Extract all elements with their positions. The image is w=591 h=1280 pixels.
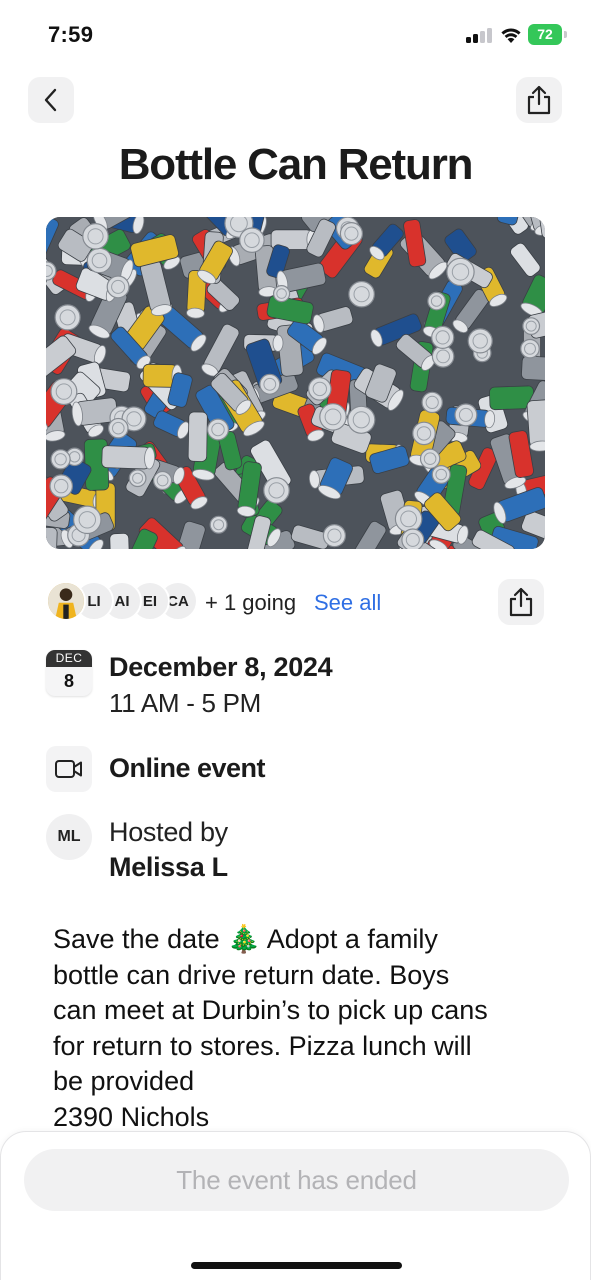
home-indicator[interactable] bbox=[191, 1262, 402, 1269]
event-hero-image bbox=[46, 217, 545, 549]
calendar-icon: DEC 8 bbox=[46, 650, 92, 696]
battery-icon: 72 bbox=[528, 24, 568, 45]
online-event-label: Online event bbox=[109, 753, 266, 783]
event-ended-button[interactable]: The event has ended bbox=[24, 1149, 569, 1211]
back-button[interactable] bbox=[28, 77, 74, 123]
event-title: Bottle Can Return bbox=[118, 140, 474, 189]
see-all-link[interactable]: See all bbox=[314, 590, 381, 616]
event-description: Save the date 🎄 Adopt a family bottle ca… bbox=[53, 924, 488, 1132]
video-camera-icon bbox=[46, 746, 92, 792]
hosted-by-label: Hosted by bbox=[109, 817, 228, 847]
attendee-avatar-photo bbox=[46, 581, 86, 621]
share-button[interactable] bbox=[498, 579, 544, 625]
event-date[interactable]: December 8, 2024 bbox=[109, 652, 333, 683]
battery-level: 72 bbox=[528, 24, 562, 45]
share-button-top[interactable] bbox=[516, 77, 562, 123]
share-icon bbox=[509, 587, 533, 617]
host-name[interactable]: Melissa L bbox=[109, 852, 228, 883]
chevron-left-icon bbox=[44, 88, 57, 112]
attendees-row[interactable]: LI AI EI CA + 1 going See all bbox=[46, 580, 446, 626]
wifi-icon bbox=[499, 24, 523, 44]
share-icon bbox=[527, 85, 551, 115]
calendar-day: 8 bbox=[63, 671, 74, 691]
bottom-action-bar: The event has ended bbox=[0, 1131, 591, 1280]
status-bar: 7:59 72 bbox=[0, 0, 591, 70]
event-time: 11 AM - 5 PM bbox=[109, 688, 261, 718]
status-time: 7:59 bbox=[48, 22, 94, 47]
calendar-month: DEC bbox=[46, 650, 92, 667]
signal-icon bbox=[466, 27, 492, 43]
host-avatar[interactable]: ML bbox=[46, 814, 92, 860]
going-count: + 1 going bbox=[205, 590, 297, 615]
